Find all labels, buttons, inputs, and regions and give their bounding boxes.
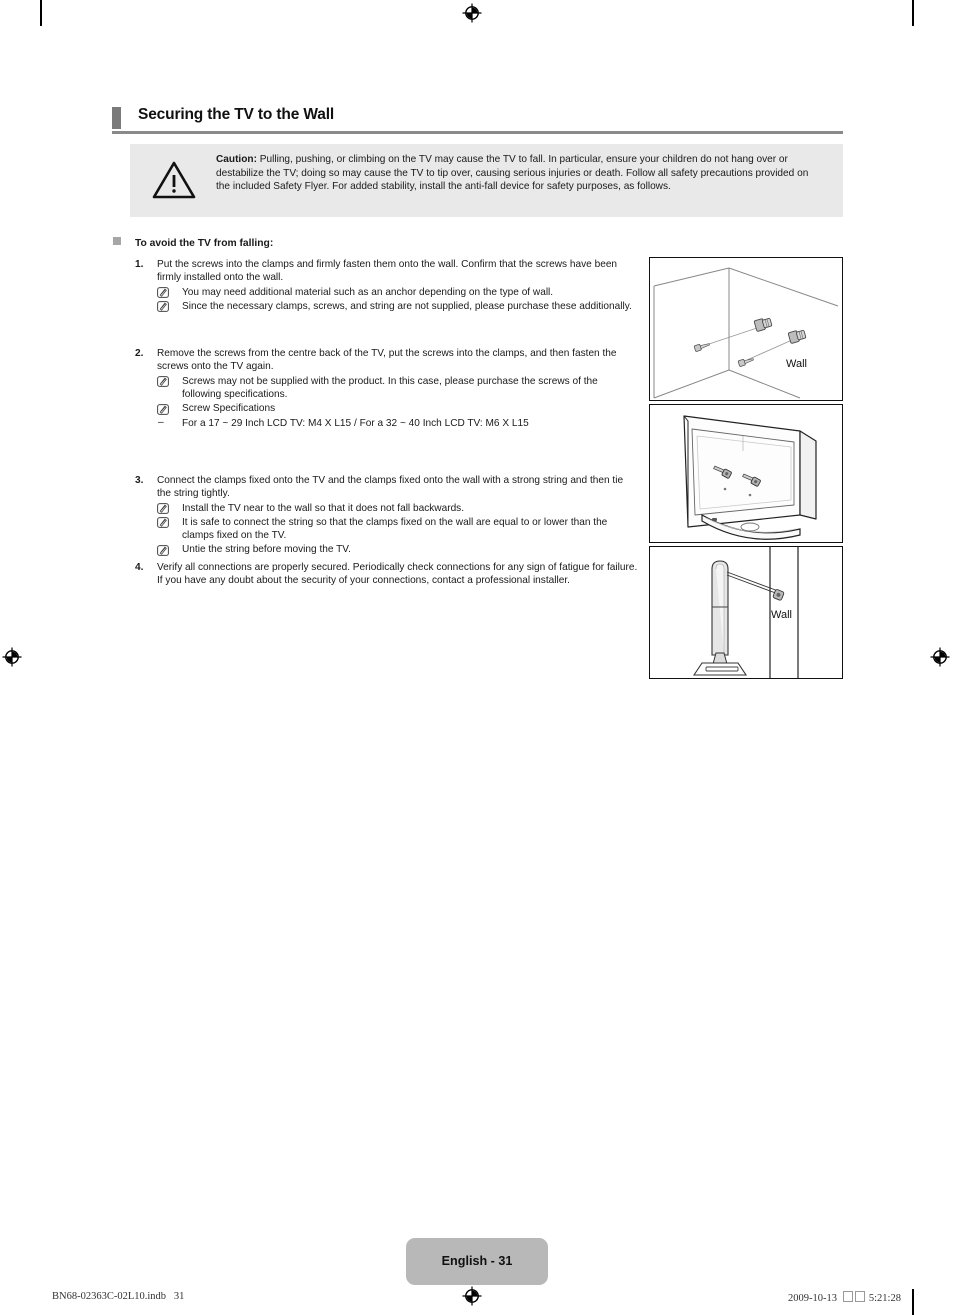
step-number: 1. <box>135 259 144 270</box>
registration-mark-bottom-center <box>462 1286 482 1306</box>
note-text: Since the necessary clamps, screws, and … <box>182 300 632 312</box>
note-text: Screws may not be supplied with the prod… <box>182 375 598 401</box>
note-text: It is safe to connect the string so that… <box>182 516 608 542</box>
steps-list: 1. Put the screws into the clamps and fi… <box>133 258 638 587</box>
notes-list: Screws may not be supplied with the prod… <box>133 375 638 430</box>
step-spacer <box>133 313 638 347</box>
step-text: Connect the clamps fixed onto the TV and… <box>157 474 624 500</box>
step-text: Put the screws into the clamps and firml… <box>157 259 618 284</box>
note-item: Untie the string before moving the TV. <box>157 543 638 556</box>
step-spacer <box>133 430 638 474</box>
section-marker-bar <box>112 107 121 129</box>
note-item: Screw Specifications <box>157 402 638 415</box>
imprint-date: 2009-10-13 <box>788 1293 837 1304</box>
subsection-heading: To avoid the TV from falling: <box>113 237 273 249</box>
list-item: 4. Verify all connections are properly s… <box>133 561 638 588</box>
list-item: 2. Remove the screws from the centre bac… <box>133 347 638 430</box>
step-head: 2. Remove the screws from the centre bac… <box>133 347 638 374</box>
step-text: Verify all connections are properly secu… <box>157 561 638 587</box>
illustration-wall-corner: Wall <box>649 257 843 401</box>
notes-list: Install the TV near to the wall so that … <box>133 502 638 557</box>
step-head: 4. Verify all connections are properly s… <box>133 561 638 588</box>
imprint-time: 5:21:28 <box>868 1293 901 1304</box>
note-icon <box>157 545 169 556</box>
caution-label: Caution: <box>216 154 257 165</box>
page-number-badge: English - 31 <box>406 1238 548 1285</box>
note-icon <box>157 301 169 313</box>
note-item-dash: – For a 17 ~ 29 Inch LCD TV: M4 X L15 / … <box>157 417 638 430</box>
section-header: Securing the TV to the Wall <box>112 106 843 134</box>
step-head: 3. Connect the clamps fixed onto the TV … <box>133 474 638 501</box>
caution-body: Pulling, pushing, or climbing on the TV … <box>216 154 809 193</box>
list-item: 3. Connect the clamps fixed onto the TV … <box>133 474 638 557</box>
page-title: Securing the TV to the Wall <box>138 106 335 123</box>
caution-box: Caution: Pulling, pushing, or climbing o… <box>130 144 843 217</box>
imprint-filename: BN68-02363C-02L10.indb 31 <box>52 1291 185 1302</box>
dash-marker: – <box>158 417 164 429</box>
imprint-timestamp: 2009-10-13 5:21:28 <box>788 1291 901 1304</box>
note-item: It is safe to connect the string so that… <box>157 516 638 543</box>
warning-triangle-icon <box>152 161 196 199</box>
note-item: You may need additional material such as… <box>157 286 638 299</box>
crop-mark-bottom-right <box>912 1289 914 1315</box>
step-number: 4. <box>135 561 144 573</box>
note-text: Untie the string before moving the TV. <box>182 544 351 556</box>
list-item: 1. Put the screws into the clamps and fi… <box>133 258 638 313</box>
note-icon <box>157 376 169 388</box>
caution-text: Caution: Pulling, pushing, or climbing o… <box>216 153 824 194</box>
illustration-label-wall: Wall <box>771 609 792 621</box>
note-icon <box>157 517 169 529</box>
illustration-tv-rear <box>649 404 843 543</box>
subsection-heading-label: To avoid the TV from falling: <box>135 238 274 249</box>
notes-list: You may need additional material such as… <box>133 286 638 314</box>
illustration-label-wall: Wall <box>786 358 807 370</box>
registration-mark-left-center <box>2 647 22 667</box>
missing-glyph-box <box>843 1291 854 1302</box>
missing-glyph-box <box>855 1291 866 1302</box>
note-item: Install the TV near to the wall so that … <box>157 502 638 515</box>
page-number-label: English - 31 <box>441 1254 513 1268</box>
square-bullet-icon <box>113 237 121 245</box>
note-item: Since the necessary clamps, screws, and … <box>157 300 638 313</box>
step-number: 3. <box>135 474 144 486</box>
note-text: For a 17 ~ 29 Inch LCD TV: M4 X L15 / Fo… <box>182 417 529 429</box>
step-text: Remove the screws from the centre back o… <box>157 348 617 373</box>
note-item: Screws may not be supplied with the prod… <box>157 375 638 402</box>
registration-mark-top-center <box>462 3 482 23</box>
registration-mark-right-center <box>930 647 950 667</box>
note-text: You may need additional material such as… <box>182 286 554 298</box>
note-icon <box>157 503 169 514</box>
section-divider <box>112 131 843 134</box>
note-text: Screw Specifications <box>182 403 276 415</box>
crop-mark-top-right <box>912 0 914 26</box>
note-text: Install the TV near to the wall so that … <box>182 502 465 514</box>
note-icon <box>157 287 169 298</box>
step-number: 2. <box>135 348 144 360</box>
step-head: 1. Put the screws into the clamps and fi… <box>133 258 638 285</box>
illustration-tv-tether: Wall <box>649 546 843 679</box>
note-icon <box>157 403 169 415</box>
crop-mark-top-left <box>40 0 42 26</box>
